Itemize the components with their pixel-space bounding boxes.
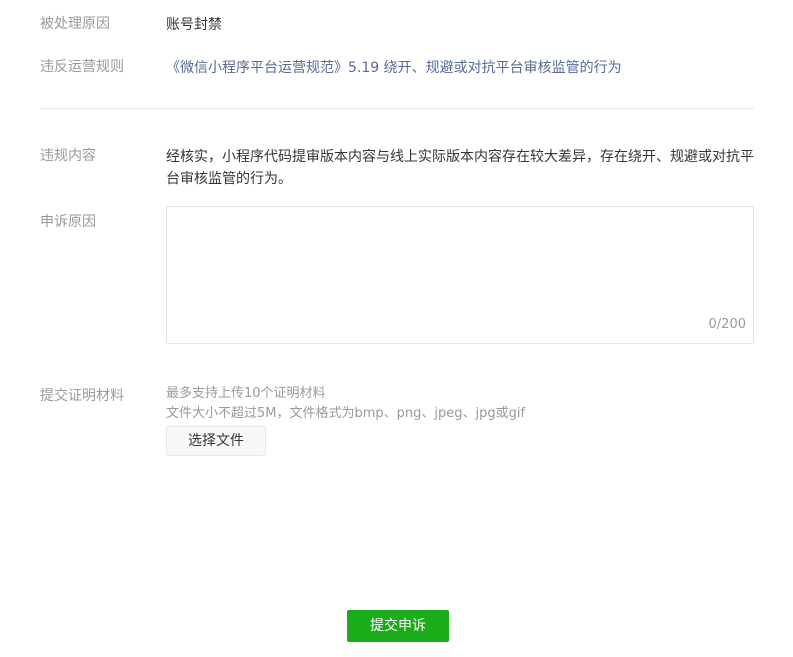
handle-reason-label: 被处理原因 xyxy=(40,16,110,32)
appeal-page: 被处理原因 账号封禁 违反运营规则 《微信小程序平台运营规范》5.19 绕开、规… xyxy=(0,0,793,657)
appeal-reason-box: 0/200 xyxy=(166,206,754,344)
evidence-label: 提交证明材料 xyxy=(40,388,124,404)
violation-content-label: 违规内容 xyxy=(40,148,96,164)
appeal-reason-label: 申诉原因 xyxy=(40,214,96,230)
choose-file-button[interactable]: 选择文件 xyxy=(166,426,266,456)
violation-content-line1: 经核实，小程序代码提审版本内容与线上实际版本内容存在较大差异，存在绕开、规避或对… xyxy=(166,149,754,165)
section-divider xyxy=(40,108,754,109)
evidence-hint-format: 文件大小不超过5M，文件格式为bmp、png、jpeg、jpg或gif xyxy=(166,406,526,421)
violated-rule-value: 《微信小程序平台运营规范》5.19 绕开、规避或对抗平台审核监管的行为 xyxy=(166,57,754,79)
violated-rule-label: 违反运营规则 xyxy=(40,59,124,75)
violation-content-line2: 台审核监管的行为。 xyxy=(166,171,292,187)
handle-reason-row: 被处理原因 账号封禁 xyxy=(40,14,754,36)
handle-reason-value: 账号封禁 xyxy=(166,17,222,33)
violated-rule-row: 违反运营规则 《微信小程序平台运营规范》5.19 绕开、规避或对抗平台审核监管的… xyxy=(40,57,754,79)
appeal-reason-input[interactable] xyxy=(167,207,753,343)
violated-rule-link[interactable]: 《微信小程序平台运营规范》5.19 绕开、规避或对抗平台审核监管的行为 xyxy=(166,60,622,76)
appeal-reason-counter: 0/200 xyxy=(708,317,746,332)
violation-content-text: 经核实，小程序代码提审版本内容与线上实际版本内容存在较大差异，存在绕开、规避或对… xyxy=(166,146,754,190)
evidence-hint-count: 最多支持上传10个证明材料 xyxy=(166,386,326,401)
violation-content-row: 违规内容 经核实，小程序代码提审版本内容与线上实际版本内容存在较大差异，存在绕开… xyxy=(40,146,754,190)
evidence-content: 最多支持上传10个证明材料 文件大小不超过5M，文件格式为bmp、png、jpe… xyxy=(166,384,754,456)
appeal-reason-row: 申诉原因 0/200 xyxy=(40,206,754,345)
evidence-row: 提交证明材料 最多支持上传10个证明材料 文件大小不超过5M，文件格式为bmp、… xyxy=(40,384,754,464)
submit-appeal-button[interactable]: 提交申诉 xyxy=(347,610,449,642)
